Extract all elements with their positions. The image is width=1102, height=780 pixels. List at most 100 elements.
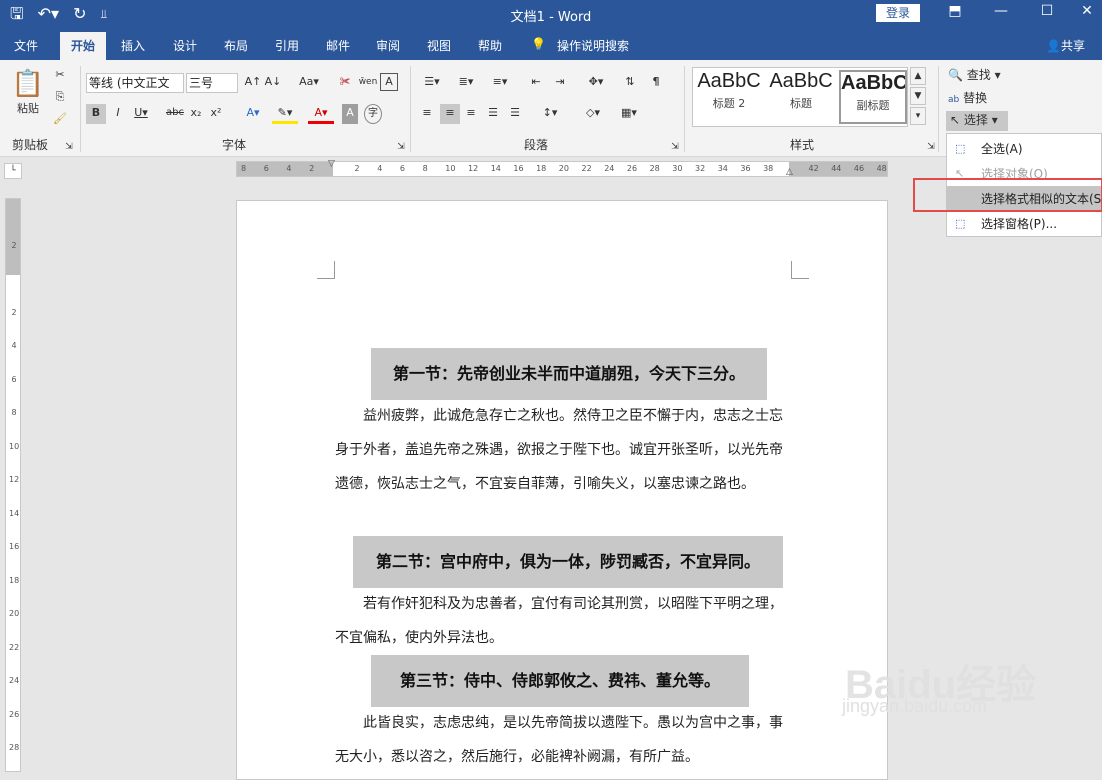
clear-format-icon[interactable]: ✀ bbox=[336, 73, 354, 93]
paragraph-1[interactable]: 益州疲弊，此诚危急存亡之秋也。然侍卫之臣不懈于内，忠志之士忘身于外者，盖追先帝之… bbox=[335, 399, 793, 501]
ruler-tick-label: 22 bbox=[581, 164, 592, 173]
margin-corner bbox=[317, 261, 335, 279]
text-effects-icon[interactable]: A▾ bbox=[240, 104, 266, 124]
tab-layout[interactable]: 布局 bbox=[224, 37, 248, 54]
font-color-icon[interactable]: A▾ bbox=[308, 104, 334, 124]
multilevel-list-icon[interactable]: ≡▾ bbox=[486, 73, 514, 93]
subscript-button[interactable]: x₂ bbox=[188, 104, 204, 124]
strikethrough-button[interactable]: abc bbox=[164, 104, 186, 124]
style-heading2[interactable]: AaBbC 标题 2 bbox=[695, 70, 763, 124]
paragraph-launcher-icon[interactable]: ⇲ bbox=[670, 138, 680, 158]
styles-launcher-icon[interactable]: ⇲ bbox=[926, 138, 936, 158]
first-line-indent-marker[interactable]: ▽ bbox=[328, 159, 335, 169]
select-button[interactable]: ↖ 选择 ▾ bbox=[946, 111, 1008, 131]
tab-selector-icon[interactable]: └ bbox=[4, 163, 22, 179]
show-marks-icon[interactable]: ¶ bbox=[646, 73, 666, 93]
highlight-icon[interactable]: ✎▾ bbox=[272, 104, 298, 124]
margin-corner bbox=[791, 261, 809, 279]
heading-2[interactable]: 第二节：宫中府中，俱为一体，陟罚臧否，不宜异同。 bbox=[353, 536, 783, 588]
shrink-font-icon[interactable]: A↓ bbox=[264, 73, 282, 93]
styles-scroll-down-icon[interactable]: ▼ bbox=[910, 87, 926, 105]
tab-help[interactable]: 帮助 bbox=[478, 37, 502, 54]
paragraph-2[interactable]: 若有作奸犯科及为忠善者，宜付有司论其刑赏，以昭陛下平明之理，不宜偏私，使内外异法… bbox=[335, 587, 793, 655]
login-button[interactable]: 登录 bbox=[876, 4, 920, 22]
vruler-top-margin bbox=[6, 199, 20, 275]
share-button[interactable]: 👤共享 bbox=[1046, 37, 1085, 54]
tell-me-search[interactable]: 操作说明搜索 bbox=[557, 37, 629, 54]
increase-indent-icon[interactable]: ⇥ bbox=[550, 73, 570, 93]
tab-mailings[interactable]: 邮件 bbox=[326, 37, 350, 54]
style-subtitle[interactable]: AaBbC 副标题 bbox=[839, 70, 907, 124]
styles-more-icon[interactable]: ▾ bbox=[910, 107, 926, 125]
grow-font-icon[interactable]: A↑ bbox=[244, 73, 262, 93]
tab-file[interactable]: 文件 bbox=[14, 37, 38, 54]
decrease-indent-icon[interactable]: ⇤ bbox=[526, 73, 546, 93]
italic-button[interactable]: I bbox=[110, 104, 126, 124]
bold-button[interactable]: B bbox=[86, 104, 106, 124]
tab-insert[interactable]: 插入 bbox=[121, 37, 145, 54]
underline-button[interactable]: U▾ bbox=[130, 104, 152, 124]
change-case-icon[interactable]: Aa▾ bbox=[294, 73, 324, 93]
align-right-icon[interactable]: ≡ bbox=[462, 104, 480, 124]
line-spacing-icon[interactable]: ↕▾ bbox=[536, 104, 564, 124]
cut-icon[interactable]: ✂ bbox=[50, 66, 70, 86]
numbering-icon[interactable]: ≣▾ bbox=[452, 73, 480, 93]
close-icon[interactable]: ✕ bbox=[1072, 3, 1102, 19]
replace-button[interactable]: ab 替换 bbox=[948, 89, 1012, 109]
borders-icon[interactable]: ▦▾ bbox=[614, 104, 644, 124]
clipboard-launcher-icon[interactable]: ⇲ bbox=[64, 138, 74, 158]
align-left-icon[interactable]: ≡ bbox=[418, 104, 436, 124]
ribbon-display-icon[interactable]: ⬒ bbox=[940, 3, 970, 19]
watermark-url: jingyan.baidu.com bbox=[842, 696, 988, 716]
vertical-ruler[interactable]: 2 2 4 6 8 10 12 14 16 18 20 22 24 26 28 bbox=[5, 198, 21, 772]
paragraph-3[interactable]: 此皆良实，志虑忠纯，是以先帝简拔以遗陛下。愚以为宫中之事，事无大小，悉以咨之，然… bbox=[335, 706, 793, 774]
find-button[interactable]: 🔍 查找 ▾ bbox=[948, 66, 1012, 86]
ruler-tick-label: 32 bbox=[695, 164, 706, 173]
vruler-tick-label: 28 bbox=[9, 743, 20, 752]
font-size-combo[interactable]: 三号 bbox=[186, 73, 238, 93]
shading-icon[interactable]: ◇▾ bbox=[578, 104, 608, 124]
style-title[interactable]: AaBbC 标题 bbox=[767, 70, 835, 124]
heading-1[interactable]: 第一节：先帝创业未半而中道崩殂，今天下三分。 bbox=[371, 348, 767, 400]
vruler-tick-label: 20 bbox=[9, 609, 20, 618]
horizontal-ruler[interactable]: 8 6 4 2 2 4 6 8 10 12 14 16 18 20 22 24 26 28 30 32 34 36 38 42… bbox=[236, 159, 888, 177]
title-bar: 🖫 ↶▾ ↻ ⫫ 文档1 - Word 登录 ⬒ — ☐ ✕ bbox=[0, 0, 1102, 28]
ruler-tick-label: 26 bbox=[626, 164, 638, 173]
superscript-button[interactable]: x² bbox=[208, 104, 224, 124]
font-name-combo[interactable]: 等线 (中文正文 bbox=[86, 73, 184, 93]
menu-selection-pane[interactable]: ⬚ 选择窗格(P)... bbox=[947, 211, 1102, 237]
font-launcher-icon[interactable]: ⇲ bbox=[396, 138, 406, 158]
ruler-tick-label: 4 bbox=[286, 164, 292, 173]
vruler-tick-label: 6 bbox=[11, 374, 17, 384]
ruler-tick-label: 8 bbox=[422, 164, 428, 173]
tab-design[interactable]: 设计 bbox=[173, 37, 197, 54]
cursor-icon: ↖ bbox=[950, 113, 961, 127]
tab-home[interactable]: 开始 bbox=[60, 32, 107, 60]
char-shading-icon[interactable]: A bbox=[342, 104, 358, 124]
asian-layout-icon[interactable]: ✥▾ bbox=[582, 73, 610, 93]
bullets-icon[interactable]: ☰▾ bbox=[418, 73, 446, 93]
minimize-icon[interactable]: — bbox=[986, 3, 1016, 19]
tab-review[interactable]: 审阅 bbox=[376, 37, 400, 54]
char-border-icon[interactable]: A bbox=[380, 73, 398, 91]
copy-icon[interactable]: ⎘ bbox=[50, 88, 70, 108]
ruler-left-margin bbox=[237, 162, 333, 176]
format-painter-icon[interactable]: 🖌 bbox=[50, 110, 70, 130]
menu-select-all[interactable]: ⬚ 全选(A) bbox=[947, 136, 1102, 162]
sort-icon[interactable]: ⇅ bbox=[620, 73, 640, 93]
tab-view[interactable]: 视图 bbox=[427, 37, 451, 54]
align-center-icon[interactable]: ≡ bbox=[440, 104, 460, 124]
styles-scroll-up-icon[interactable]: ▲ bbox=[910, 67, 926, 85]
phonetic-guide-icon[interactable]: w̄en bbox=[358, 73, 378, 93]
document-page[interactable]: 第一节：先帝创业未半而中道崩殂，今天下三分。 益州疲弊，此诚危急存亡之秋也。然侍… bbox=[236, 200, 888, 780]
justify-icon[interactable]: ☰ bbox=[484, 104, 502, 124]
heading-3[interactable]: 第三节：侍中、侍郎郭攸之、费祎、董允等。 bbox=[371, 655, 749, 707]
ruler-tick-label: 24 bbox=[604, 164, 615, 173]
enclose-char-icon[interactable]: 字 bbox=[364, 104, 382, 124]
styles-gallery: AaBbC 标题 2 AaBbC 标题 AaBbC 副标题 bbox=[692, 67, 908, 127]
right-indent-marker[interactable]: △ bbox=[786, 167, 793, 177]
distributed-icon[interactable]: ☰ bbox=[506, 104, 524, 124]
tab-references[interactable]: 引用 bbox=[275, 37, 299, 54]
vruler-tick-label: 16 bbox=[9, 542, 20, 551]
maximize-icon[interactable]: ☐ bbox=[1032, 3, 1062, 19]
